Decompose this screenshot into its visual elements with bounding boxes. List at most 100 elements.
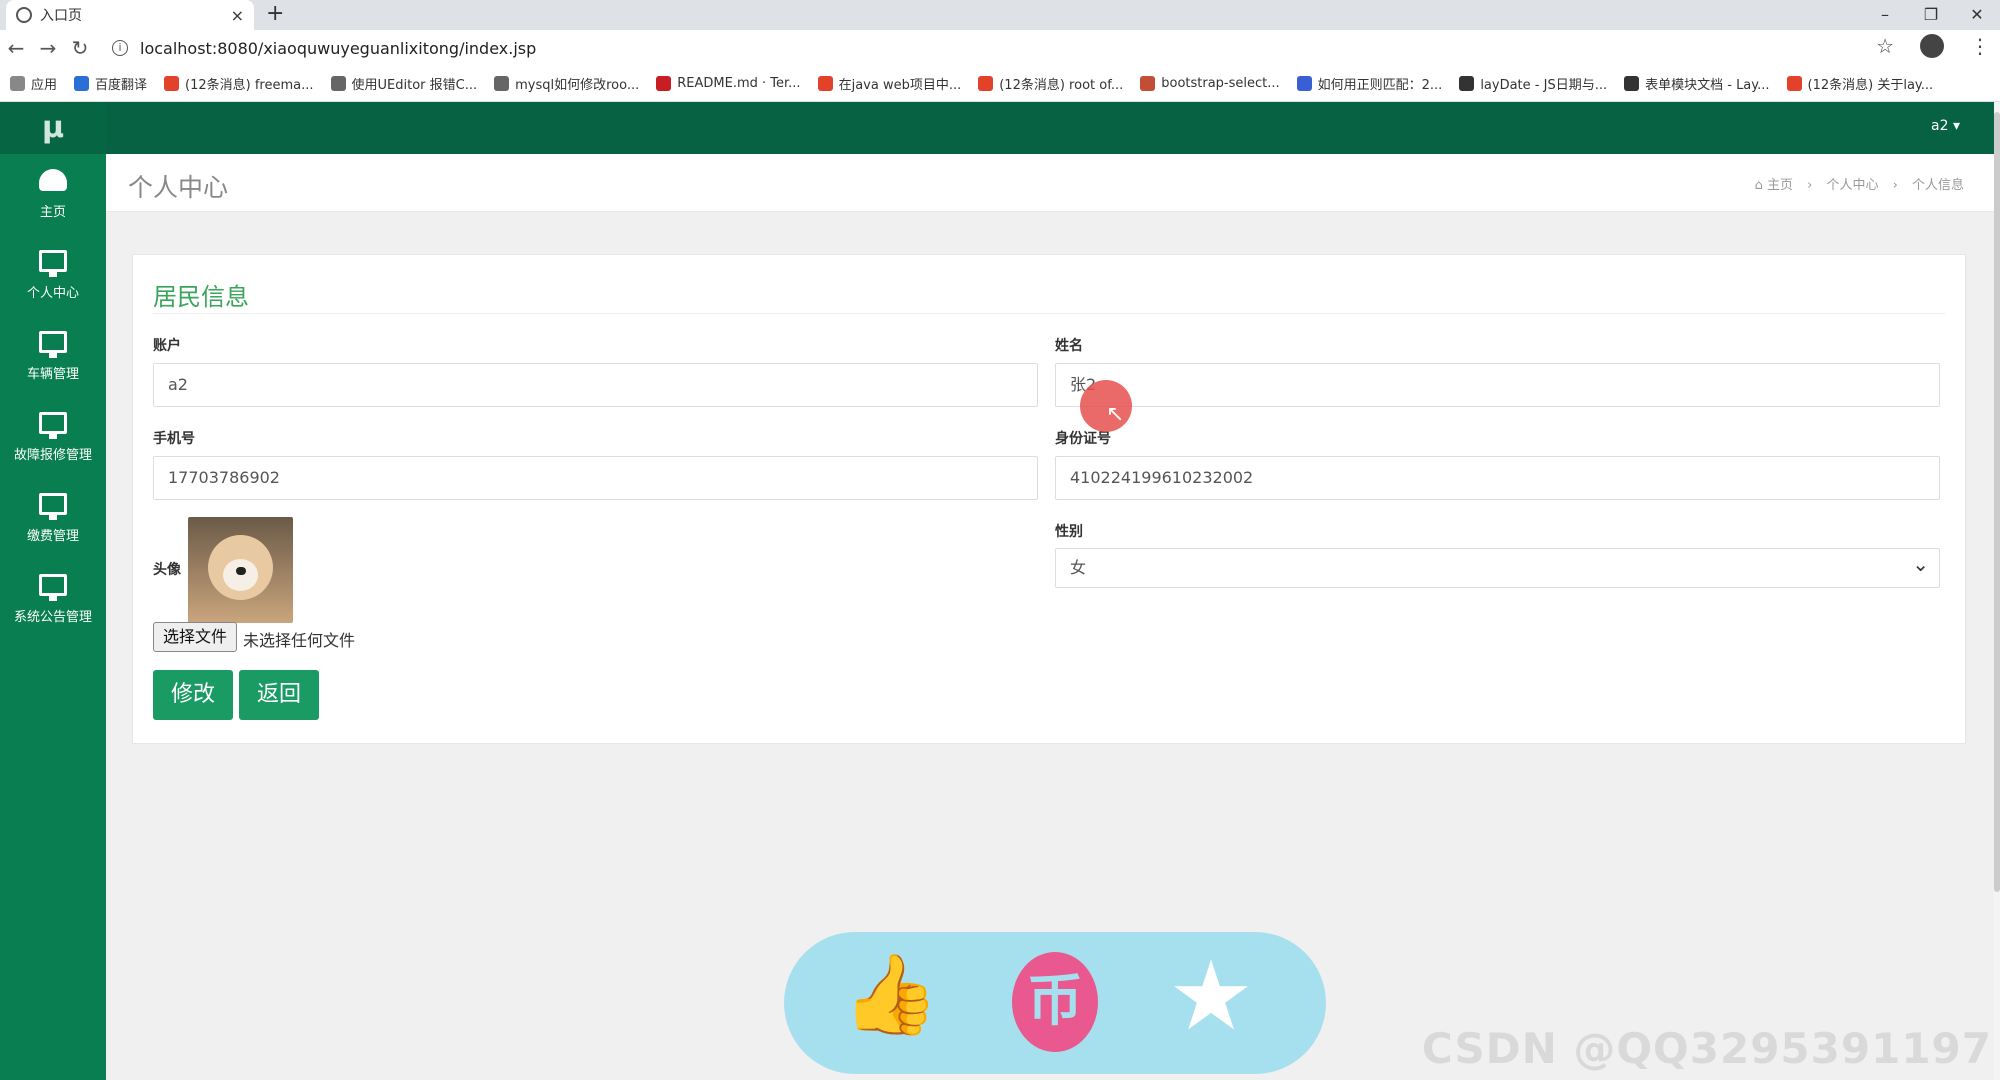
close-window-button[interactable]: ✕ (1954, 0, 2000, 30)
name-label: 姓名 (1055, 338, 1083, 354)
menu-dots-icon[interactable]: ⋮ (1970, 34, 1990, 58)
sidebar-item-home[interactable]: 主页 (0, 154, 106, 235)
breadcrumb-home[interactable]: ⌂ 主页 (1755, 178, 1793, 193)
page-title: 个人中心 (128, 173, 229, 202)
bookmark-label: (12条消息) 关于lay... (1807, 78, 1934, 93)
globe-icon (16, 7, 32, 23)
bookmark-icon (1296, 76, 1312, 91)
bookmark-item[interactable]: 应用 (10, 74, 57, 93)
breadcrumb-current: 个人信息 (1911, 178, 1964, 193)
restore-button[interactable]: ❐ (1908, 0, 1954, 30)
sidebar-item-label: 系统公告管理 (13, 610, 92, 625)
avatar-label: 头像 (153, 562, 181, 578)
sidebar-item-label: 缴费管理 (26, 529, 79, 544)
bookmark-icon (330, 76, 346, 91)
address-bar-row: ← → ↻ i localhost:8080/xiaoquwuyeguanlix… (0, 30, 2000, 66)
url-text: localhost:8080/xiaoquwuyeguanlixitong/in… (140, 38, 537, 58)
avatar-image (188, 517, 293, 623)
file-status-text: 未选择任何文件 (243, 631, 356, 650)
bookmark-icon (74, 76, 90, 91)
bookmark-item[interactable]: (12条消息) root of... (978, 74, 1123, 93)
bookmark-item[interactable]: 在java web项目中... (817, 74, 962, 93)
forward-arrow-icon[interactable]: → (32, 36, 64, 60)
bookmark-icon (10, 76, 25, 91)
bookmark-label: mysql如何修改roo... (515, 78, 640, 93)
bookmark-icon (1140, 76, 1156, 91)
sidebar-item-payments[interactable]: 缴费管理 (0, 478, 106, 559)
gender-selected-value: 女 (1070, 558, 1087, 577)
bookmark-item[interactable]: README.md · Ter... (656, 76, 801, 91)
bookmark-item[interactable]: (12条消息) freema... (164, 74, 314, 93)
bookmark-icon (494, 76, 510, 91)
monitor-icon (39, 331, 67, 358)
bookmark-item[interactable]: bootstrap-select... (1140, 76, 1280, 91)
bookmark-item[interactable]: (12条消息) 关于lay... (1786, 74, 1934, 93)
gender-label: 性别 (1055, 524, 1083, 540)
account-input[interactable]: a2 (153, 363, 1038, 407)
choose-file-button[interactable]: 选择文件 (153, 622, 237, 652)
account-icon[interactable] (1920, 34, 1944, 58)
bookmark-icon (1786, 76, 1802, 91)
sidebar-item-label: 个人中心 (26, 286, 79, 301)
breadcrumb-personal-center[interactable]: 个人中心 (1826, 178, 1878, 193)
browser-tab-strip: 入口页 × + – ❐ ✕ (0, 0, 2000, 30)
like-coin-favorite-bar: 👍 币 ★ (784, 932, 1326, 1074)
info-icon[interactable]: i (112, 40, 128, 56)
close-tab-icon[interactable]: × (231, 6, 244, 25)
account-label: 账户 (153, 338, 181, 354)
bookmark-item[interactable]: 使用UEditor 报错C... (330, 74, 478, 93)
dashboard-icon (39, 169, 67, 191)
page-header: 个人中心 ⌂ 主页 › 个人中心 › 个人信息 (106, 154, 1994, 212)
minimize-button[interactable]: – (1862, 0, 1908, 30)
reload-icon[interactable]: ↻ (64, 36, 96, 60)
sidebar-item-personal-center[interactable]: 个人中心 (0, 235, 106, 316)
sidebar-item-vehicles[interactable]: 车辆管理 (0, 316, 106, 397)
phone-input[interactable]: 17703786902 (153, 456, 1038, 500)
bookmark-label: (12条消息) freema... (185, 78, 314, 93)
star-icon[interactable]: ★ (1168, 940, 1254, 1052)
bookmark-label: 使用UEditor 报错C... (351, 78, 478, 93)
bookmark-item[interactable]: 百度翻译 (74, 74, 147, 93)
modify-button[interactable]: 修改 (153, 670, 233, 720)
bookmark-label: (12条消息) root of... (999, 78, 1124, 93)
bookmark-icon (1459, 76, 1475, 91)
breadcrumb: ⌂ 主页 › 个人中心 › 个人信息 (1745, 174, 1964, 193)
sidebar-item-announcements[interactable]: 系统公告管理 (0, 559, 106, 640)
page-scrollbar[interactable] (1994, 102, 2000, 1080)
bookmark-item[interactable]: 如何用正则匹配：2... (1296, 74, 1442, 93)
monitor-icon (39, 493, 67, 520)
gender-select[interactable]: 女 (1055, 545, 1940, 588)
user-menu[interactable]: a2 ▾ (1931, 118, 1960, 134)
bookmark-icon (978, 76, 994, 91)
watermark: CSDN @QQ3295391197 (1421, 1024, 1992, 1073)
monitor-icon (39, 412, 67, 439)
bookmark-label: README.md · Ter... (677, 76, 801, 91)
bookmark-label: bootstrap-select... (1161, 76, 1280, 91)
app-logo: μ (0, 102, 106, 154)
bookmark-label: 在java web项目中... (838, 78, 962, 93)
name-input[interactable]: 张2 (1055, 363, 1940, 407)
breadcrumb-separator: › (1892, 178, 1898, 193)
bookmark-item[interactable]: layDate - JS日期与... (1459, 74, 1607, 93)
sidebar-item-repairs[interactable]: 故障报修管理 (0, 397, 106, 478)
url-field[interactable]: i localhost:8080/xiaoquwuyeguanlixitong/… (112, 33, 1932, 63)
bookmark-icon (817, 76, 833, 91)
bookmark-star-icon[interactable]: ☆ (1876, 34, 1894, 58)
scrollbar-thumb[interactable] (1994, 112, 2000, 892)
thumbs-up-icon[interactable]: 👍 (842, 950, 939, 1041)
browser-tab[interactable]: 入口页 × (6, 0, 254, 30)
bookmark-label: 应用 (31, 78, 58, 93)
top-navbar: a2 ▾ (106, 102, 2000, 154)
new-tab-button[interactable]: + (266, 1, 284, 26)
divider (153, 313, 1945, 314)
resident-info-card: 居民信息 账户 a2 姓名 张2 手机号 17703786902 身份证号 41… (132, 254, 1966, 744)
back-arrow-icon[interactable]: ← (0, 36, 32, 60)
monitor-icon (39, 250, 67, 277)
coin-icon[interactable]: 币 (1012, 952, 1098, 1052)
bookmark-item[interactable]: mysql如何修改roo... (494, 74, 639, 93)
sidebar-item-label: 主页 (39, 205, 66, 220)
back-button[interactable]: 返回 (239, 670, 319, 720)
bookmark-item[interactable]: 表单模块文档 - Lay... (1624, 74, 1770, 93)
id-number-input[interactable]: 410224199610232002 (1055, 456, 1940, 500)
sidebar-item-label: 车辆管理 (26, 367, 79, 382)
